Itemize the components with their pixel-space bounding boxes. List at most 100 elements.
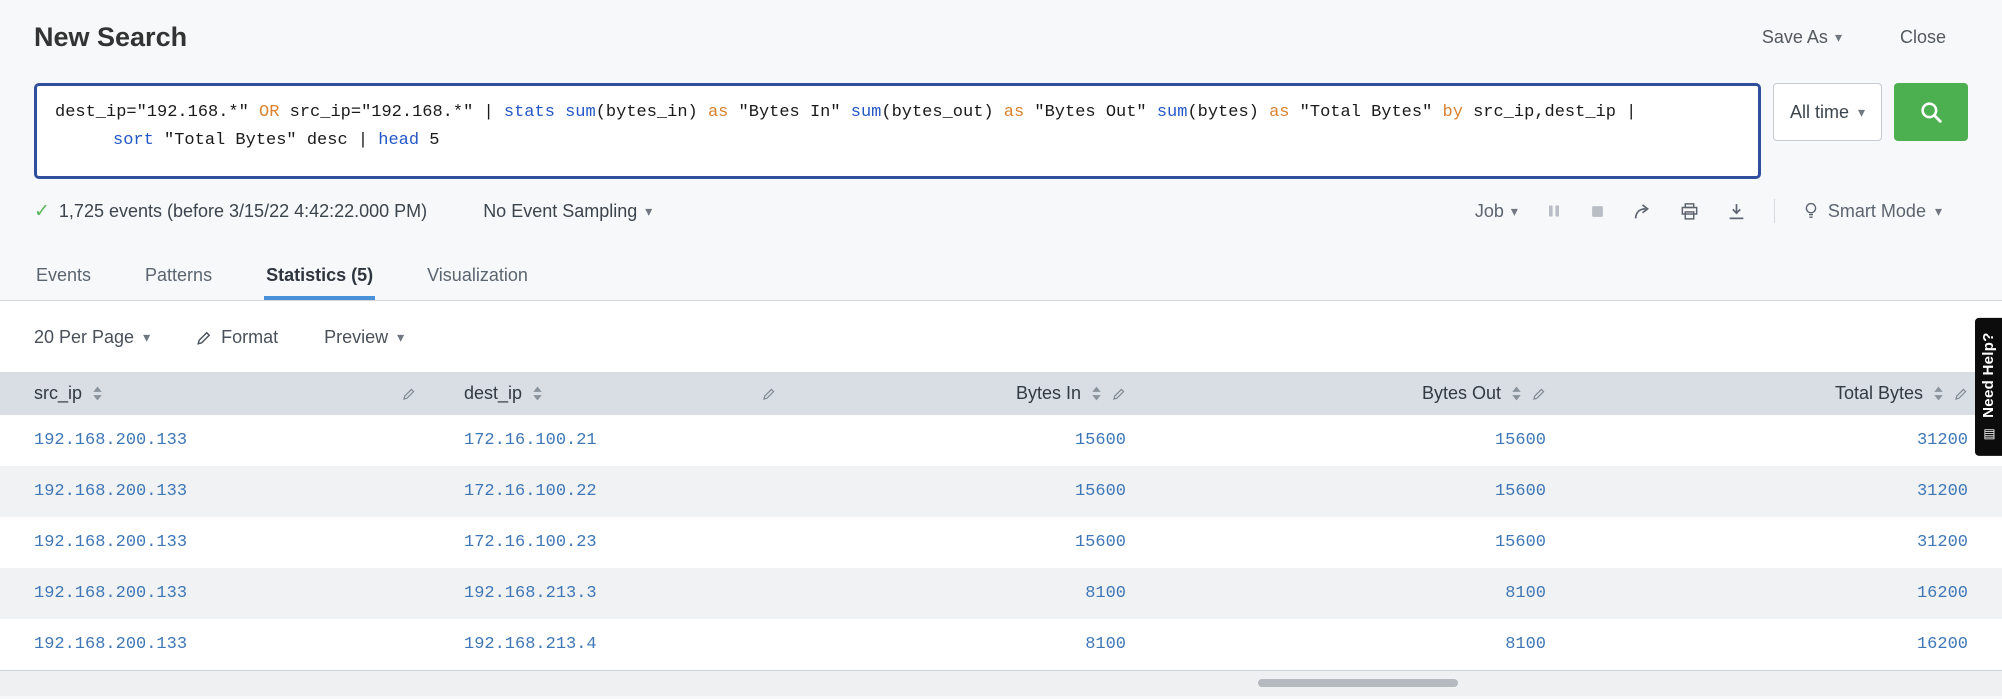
header-actions: Save As ▾ Close — [1762, 27, 1946, 48]
cell-dest-ip[interactable]: 192.168.213.4 — [440, 619, 800, 670]
cell-bytes-out[interactable]: 15600 — [1150, 517, 1570, 568]
cell-bytes-out[interactable]: 15600 — [1150, 466, 1570, 517]
query-line: dest_ip="192.168.*" OR src_ip="192.168.*… — [55, 99, 1740, 127]
edit-column-icon[interactable] — [1954, 387, 1968, 401]
divider — [1773, 199, 1775, 223]
query-token: as — [707, 103, 729, 122]
close-button[interactable]: Close — [1900, 27, 1946, 48]
edit-column-icon[interactable] — [402, 387, 416, 401]
sort-arrows-icon[interactable] — [1091, 385, 1102, 402]
cell-src-ip[interactable]: 192.168.200.133 — [0, 415, 440, 466]
table-row: 192.168.200.133 172.16.100.23 15600 15600 31… — [0, 517, 2002, 568]
preview-label: Preview — [324, 327, 389, 347]
sort-arrows-icon[interactable] — [532, 385, 543, 402]
printer-icon — [1680, 202, 1699, 221]
column-header-src-ip[interactable]: src_ip — [0, 372, 440, 415]
event-sampling-dropdown[interactable]: No Event Sampling ▾ — [483, 201, 652, 222]
cell-total-bytes[interactable]: 31200 — [1570, 466, 2002, 517]
sort-arrows-icon[interactable] — [1511, 385, 1522, 402]
save-as-menu[interactable]: Save As ▾ — [1762, 27, 1842, 48]
column-header-bytes-in[interactable]: Bytes In — [800, 372, 1150, 415]
cell-bytes-out[interactable]: 8100 — [1150, 619, 1570, 670]
column-label: Total Bytes — [1834, 383, 1923, 403]
smart-mode-menu[interactable]: Smart Mode ▾ — [1803, 201, 1942, 222]
search-icon — [1918, 99, 1944, 125]
cell-dest-ip[interactable]: 172.16.100.21 — [440, 415, 800, 466]
sort-arrows-icon[interactable] — [92, 385, 103, 402]
tab-visualization[interactable]: Visualization — [425, 253, 530, 300]
job-label: Job — [1474, 200, 1504, 221]
cell-src-ip[interactable]: 192.168.200.133 — [0, 619, 440, 670]
column-header-dest-ip[interactable]: dest_ip — [440, 372, 800, 415]
cell-total-bytes[interactable]: 16200 — [1570, 619, 2002, 670]
format-button[interactable]: Format — [196, 327, 278, 348]
cell-bytes-in[interactable]: 15600 — [800, 466, 1150, 517]
query-token — [555, 103, 565, 122]
cell-src-ip[interactable]: 192.168.200.133 — [0, 466, 440, 517]
share-button[interactable] — [1633, 202, 1652, 221]
edit-column-icon[interactable] — [1112, 387, 1126, 401]
cell-bytes-in[interactable]: 8100 — [800, 619, 1150, 670]
stop-button[interactable] — [1590, 204, 1605, 219]
download-icon — [1727, 202, 1746, 221]
caret-down-icon: ▾ — [645, 202, 653, 219]
job-menu[interactable]: Job ▾ — [1475, 201, 1518, 222]
cell-bytes-out[interactable]: 8100 — [1150, 568, 1570, 619]
time-range-picker[interactable]: All time ▾ — [1772, 83, 1882, 141]
cell-bytes-in[interactable]: 15600 — [800, 517, 1150, 568]
query-token: sum — [1156, 103, 1188, 122]
hscrollbar-track[interactable] — [0, 670, 2002, 696]
cell-bytes-in[interactable]: 8100 — [800, 568, 1150, 619]
search-button[interactable] — [1894, 83, 1968, 141]
lightbulb-icon — [1803, 201, 1819, 221]
cell-total-bytes[interactable]: 31200 — [1570, 517, 2002, 568]
pause-button[interactable] — [1546, 203, 1562, 219]
cell-total-bytes[interactable]: 16200 — [1570, 568, 2002, 619]
query-token: sum — [850, 103, 882, 122]
cell-bytes-in[interactable]: 15600 — [800, 415, 1150, 466]
export-button[interactable] — [1727, 202, 1746, 221]
query-token: (bytes_out) — [881, 103, 1004, 122]
query-token: as — [1003, 103, 1025, 122]
tab-events[interactable]: Events — [34, 253, 93, 300]
print-button[interactable] — [1680, 202, 1699, 221]
column-label: Bytes In — [1015, 383, 1081, 403]
caret-down-icon: ▾ — [1510, 202, 1518, 219]
table-row: 192.168.200.133 192.168.213.4 8100 8100 1620… — [0, 619, 2002, 670]
preview-dropdown[interactable]: Preview ▾ — [324, 327, 404, 348]
statistics-table: src_ip dest_ip Bytes In Bytes Out Total Byte… — [0, 372, 2002, 670]
query-token: src_ip,dest_ip | — [1462, 103, 1637, 122]
query-token: 5 — [419, 130, 440, 150]
query-token: stats — [503, 103, 555, 122]
help-book-icon: ▤ — [1981, 426, 1996, 442]
events-count[interactable]: 1,725 events (before 3/15/22 4:42:22.000… — [59, 201, 427, 222]
edit-column-icon[interactable] — [1532, 387, 1546, 401]
cell-bytes-out[interactable]: 15600 — [1150, 415, 1570, 466]
tab-patterns[interactable]: Patterns — [143, 253, 214, 300]
need-help-label: Need Help? — [1980, 332, 1997, 418]
search-query-input[interactable]: dest_ip="192.168.*" OR src_ip="192.168.*… — [34, 83, 1761, 179]
query-token: as — [1269, 103, 1290, 122]
close-label: Close — [1899, 27, 1946, 47]
column-header-bytes-out[interactable]: Bytes Out — [1150, 372, 1570, 415]
cell-src-ip[interactable]: 192.168.200.133 — [0, 517, 440, 568]
column-header-total-bytes[interactable]: Total Bytes — [1570, 372, 2002, 415]
query-token: head — [378, 130, 420, 150]
cell-src-ip[interactable]: 192.168.200.133 — [0, 568, 440, 619]
hscrollbar-thumb[interactable] — [1258, 679, 1458, 687]
cell-dest-ip[interactable]: 172.16.100.23 — [440, 517, 800, 568]
stop-icon — [1590, 204, 1605, 219]
cell-dest-ip[interactable]: 192.168.213.3 — [440, 568, 800, 619]
need-help-tab[interactable]: ▤ Need Help? — [1975, 318, 2002, 456]
edit-column-icon[interactable] — [762, 387, 776, 401]
query-token: dest_ip="192.168.*" — [55, 103, 260, 122]
pencil-icon — [196, 330, 212, 346]
cell-total-bytes[interactable]: 31200 — [1570, 415, 2002, 466]
per-page-dropdown[interactable]: 20 Per Page ▾ — [34, 327, 150, 348]
page-header: New Search Save As ▾ Close — [0, 0, 2002, 53]
sort-arrows-icon[interactable] — [1933, 385, 1944, 402]
tab-statistics-5[interactable]: Statistics (5) — [264, 253, 376, 300]
smart-mode-label: Smart Mode — [1827, 200, 1926, 221]
time-range-label: All time — [1789, 101, 1849, 122]
cell-dest-ip[interactable]: 172.16.100.22 — [440, 466, 800, 517]
